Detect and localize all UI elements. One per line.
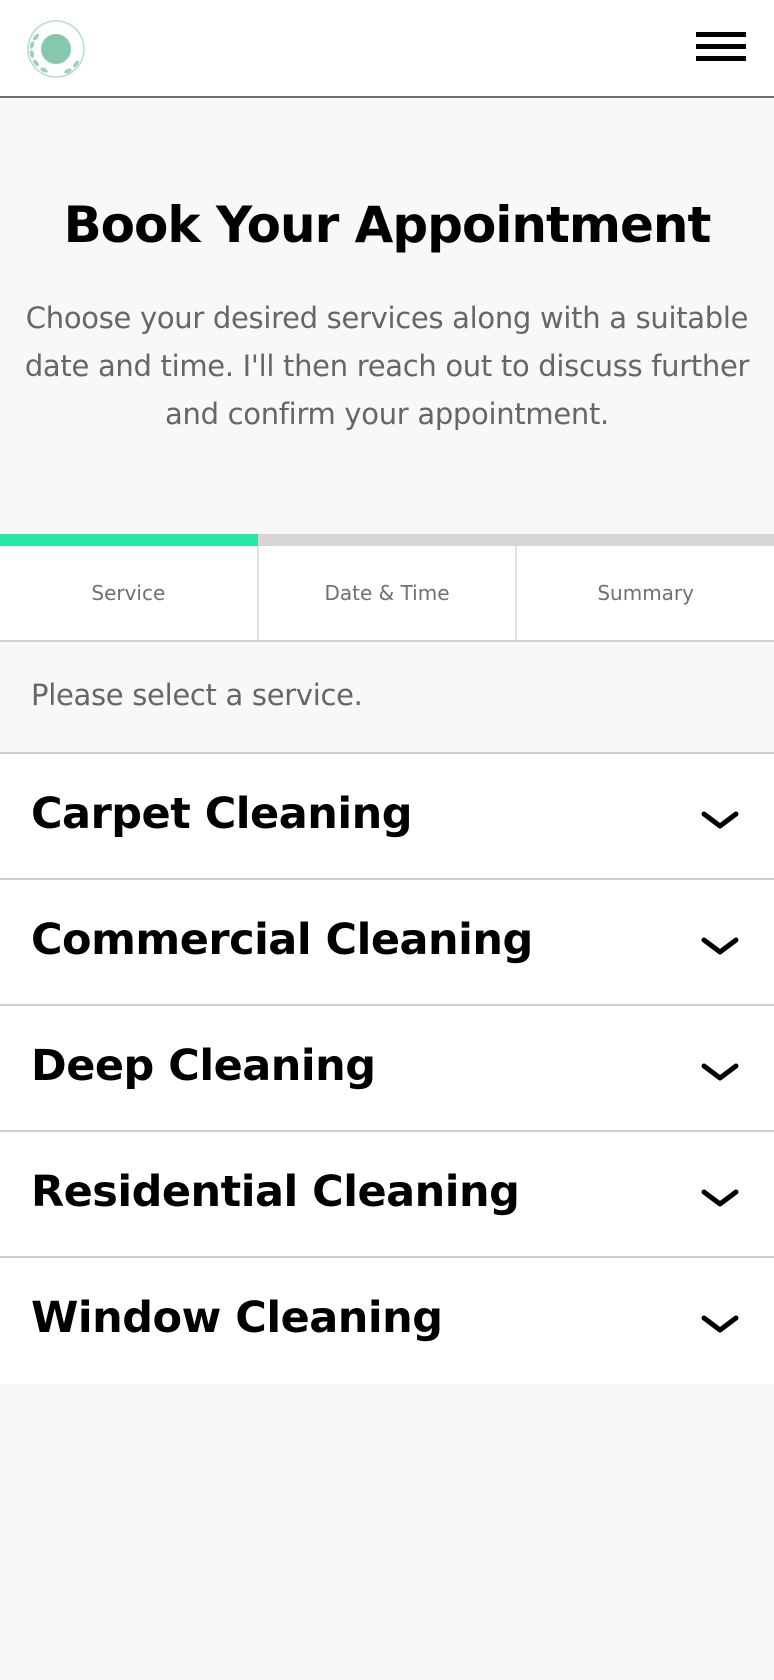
service-item-carpet-cleaning[interactable]: Carpet Cleaning <box>0 754 774 880</box>
service-item-deep-cleaning[interactable]: Deep Cleaning <box>0 1006 774 1132</box>
page-description: Choose your desired services along with … <box>24 301 750 431</box>
progress-bar <box>0 534 774 556</box>
service-list: Carpet Cleaning Commercial Cleaning Deep… <box>0 754 774 1384</box>
service-item-commercial-cleaning[interactable]: Commercial Cleaning <box>0 880 774 1006</box>
step-tab-date-time[interactable]: Date & Time <box>259 546 518 640</box>
chevron-down-icon[interactable] <box>700 1312 740 1336</box>
chevron-down-icon[interactable] <box>700 1186 740 1210</box>
service-name: Residential Cleaning <box>31 1167 520 1217</box>
service-name: Commercial Cleaning <box>31 915 533 965</box>
service-name: Deep Cleaning <box>31 1041 376 1091</box>
chevron-down-icon[interactable] <box>700 1060 740 1084</box>
chevron-down-icon[interactable] <box>700 808 740 832</box>
step-tab-service[interactable]: Service <box>0 546 259 640</box>
site-header <box>0 0 774 98</box>
hero-section: Book Your Appointment Choose your desire… <box>0 98 774 534</box>
service-prompt: Please select a service. <box>0 642 774 754</box>
page-title: Book Your Appointment <box>63 196 712 254</box>
step-tab-summary[interactable]: Summary <box>517 546 774 640</box>
service-item-residential-cleaning[interactable]: Residential Cleaning <box>0 1132 774 1258</box>
service-name: Window Cleaning <box>31 1293 443 1343</box>
progress-fill <box>0 534 258 546</box>
step-tabs: Service Date & Time Summary <box>0 546 774 642</box>
service-name: Carpet Cleaning <box>31 789 412 839</box>
prompt-text: Please select a service. <box>31 678 363 712</box>
logo-icon[interactable] <box>24 17 88 81</box>
hamburger-menu-icon[interactable] <box>692 26 750 66</box>
chevron-down-icon[interactable] <box>700 934 740 958</box>
service-item-window-cleaning[interactable]: Window Cleaning <box>0 1258 774 1384</box>
